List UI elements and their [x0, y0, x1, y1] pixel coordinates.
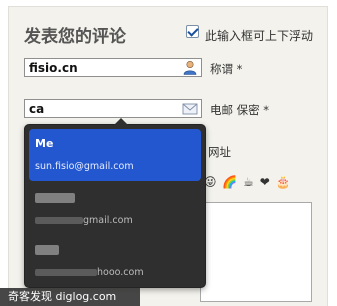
- rainbow-smiley-icon[interactable]: 🌈: [222, 175, 238, 189]
- wink-smiley-icon[interactable]: 😜: [204, 175, 218, 189]
- option-email: sun.fisio@gmail.com: [35, 161, 134, 172]
- form-title: 发表您的评论: [24, 27, 126, 47]
- cake-smiley-icon[interactable]: 🎂: [276, 175, 292, 189]
- option-email: hooo.com: [35, 267, 201, 278]
- autocomplete-option[interactable]: gmail.com: [29, 183, 201, 235]
- email-input[interactable]: ca: [24, 99, 202, 118]
- option-email-domain: hooo.com: [97, 267, 144, 278]
- comment-textarea[interactable]: [200, 202, 312, 302]
- watermark: 奇客发现 diglog.com: [0, 288, 140, 306]
- blurred-name: [35, 193, 75, 203]
- envelope-icon: [182, 103, 198, 115]
- heart-smiley-icon[interactable]: ❤: [260, 175, 271, 189]
- email-autocomplete-dropdown: Me sun.fisio@gmail.com gmail.com hooo.co…: [24, 118, 206, 288]
- smiley-bar: 😜 🌈 ☕ ❤ 🎂: [204, 175, 292, 189]
- option-name: Me: [35, 137, 54, 150]
- email-input-value: ca: [29, 102, 45, 116]
- name-input-value: fisio.cn: [29, 61, 78, 75]
- option-name-obscured: [35, 191, 201, 207]
- autocomplete-option[interactable]: Me sun.fisio@gmail.com: [29, 129, 201, 181]
- user-icon: [183, 60, 197, 75]
- blurred-email-user: [35, 269, 97, 276]
- option-email-domain: gmail.com: [83, 215, 133, 226]
- email-label: 电邮 保密 *: [210, 103, 270, 117]
- coffee-smiley-icon[interactable]: ☕: [243, 175, 255, 189]
- float-checkbox-label: 此输入框可上下浮动: [205, 29, 314, 43]
- option-email: gmail.com: [35, 215, 201, 226]
- option-name-obscured: [35, 243, 201, 259]
- name-label: 称谓 *: [210, 62, 243, 76]
- float-checkbox[interactable]: [186, 25, 199, 38]
- blurred-email-user: [35, 217, 83, 224]
- autocomplete-option[interactable]: hooo.com: [29, 235, 201, 287]
- url-label: 网址: [208, 145, 231, 159]
- dropdown-pointer: [113, 118, 129, 126]
- name-input[interactable]: fisio.cn: [24, 58, 202, 77]
- blurred-name: [35, 245, 59, 255]
